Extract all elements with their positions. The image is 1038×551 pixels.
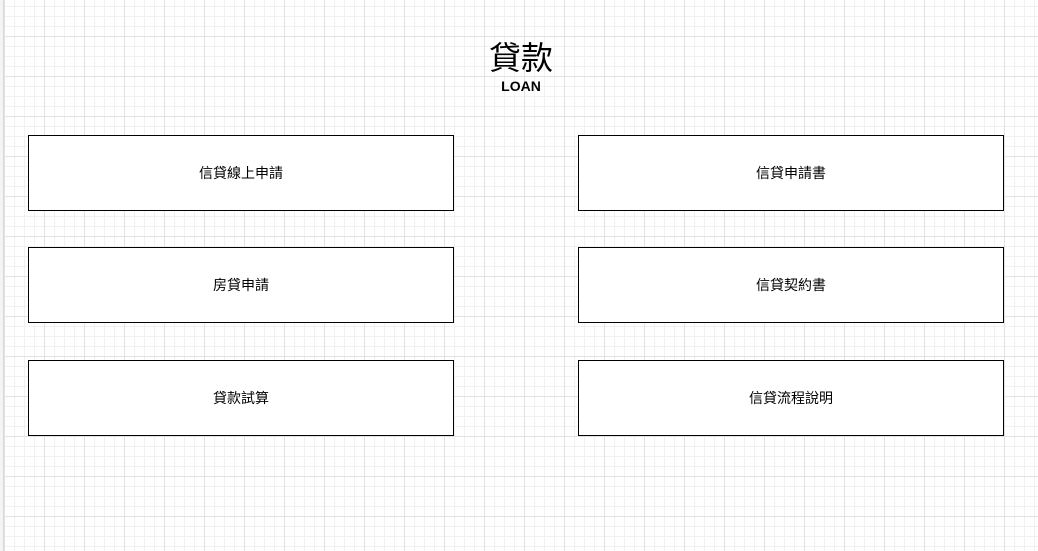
menu-box-label: 信貸流程說明 xyxy=(749,391,833,407)
menu-box-label: 信貸線上申請 xyxy=(199,166,283,182)
menu-box-loan-calculator[interactable]: 貸款試算 xyxy=(28,360,454,436)
menu-box-personal-loan-process[interactable]: 信貸流程說明 xyxy=(578,360,1004,436)
menu-box-label: 房貸申請 xyxy=(213,278,269,294)
canvas-left-edge xyxy=(0,0,4,551)
page-title: 貸款 xyxy=(488,39,553,77)
page-subtitle: LOAN xyxy=(501,78,541,94)
menu-box-personal-loan-online-application[interactable]: 信貸線上申請 xyxy=(28,135,454,211)
menu-box-mortgage-application[interactable]: 房貸申請 xyxy=(28,247,454,323)
menu-box-label: 信貸契約書 xyxy=(756,278,826,294)
menu-box-label: 貸款試算 xyxy=(213,391,269,407)
page-header: 貸款 LOAN xyxy=(421,38,621,94)
menu-box-personal-loan-contract[interactable]: 信貸契約書 xyxy=(578,247,1004,323)
menu-box-personal-loan-application-form[interactable]: 信貸申請書 xyxy=(578,135,1004,211)
menu-box-label: 信貸申請書 xyxy=(756,166,826,182)
